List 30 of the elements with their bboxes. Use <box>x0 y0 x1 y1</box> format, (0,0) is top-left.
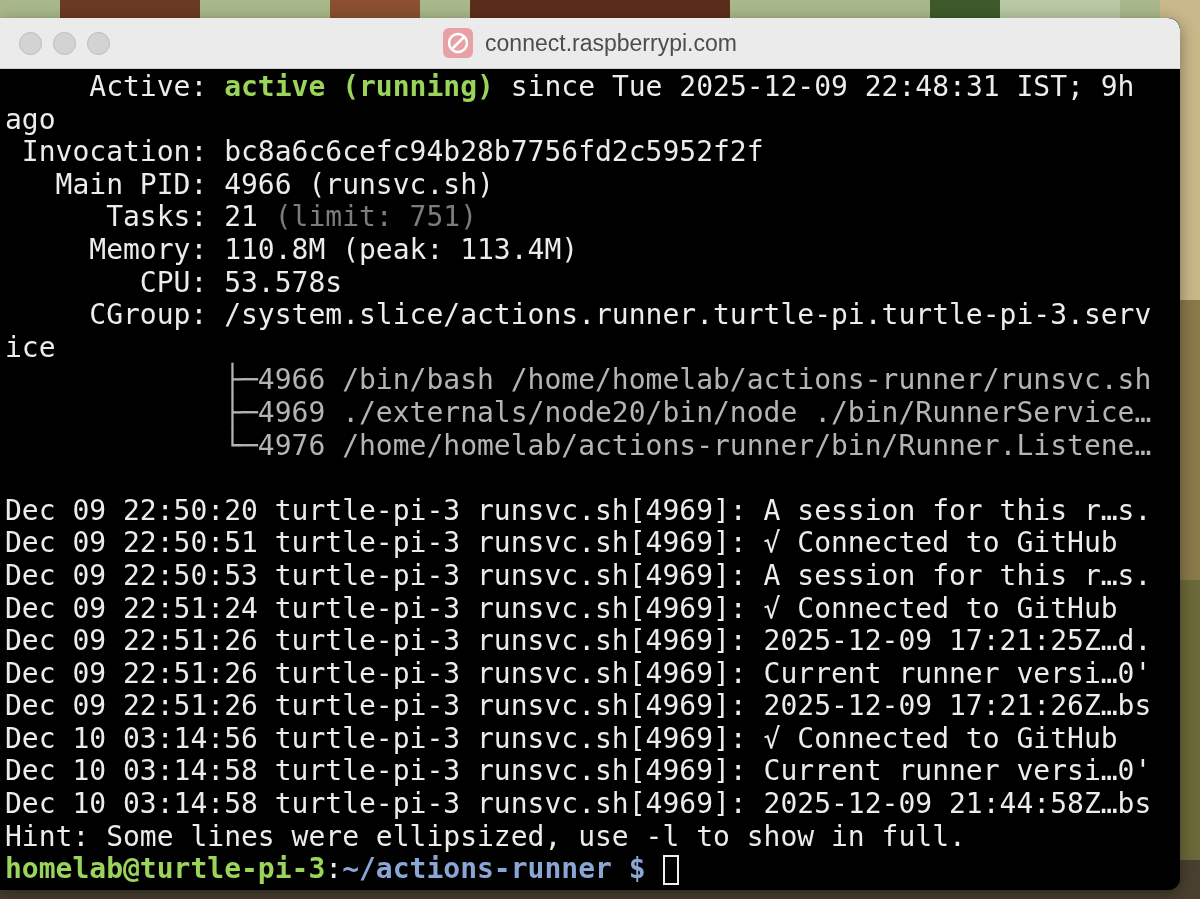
shell-prompt: homelab@turtle-pi-3:~/actions-runner $ <box>5 853 646 886</box>
terminal-line: Dec 09 22:50:53 turtle-pi-3 runsvc.sh[4969]: A session for this r…s. <box>5 559 1153 593</box>
terminal-line: Dec 09 22:51:26 turtle-pi-3 runsvc.sh[4969]: 2025-12-09 17:21:25Z…d. <box>5 625 1153 658</box>
zoom-button[interactable] <box>87 32 110 55</box>
terminal-line: Dec 09 22:51:24 turtle-pi-3 runsvc.sh[4969]: √ Connected to GitHub <box>5 592 1119 626</box>
terminal-line: Dec 10 03:14:58 turtle-pi-3 runsvc.sh[4969]: Current runner versi…0' <box>5 755 1153 789</box>
terminal-line: Active: active (running) since Tue 2025-12-09 22:48:31 IST; 9h <box>88 71 1136 104</box>
logo-icon <box>443 28 474 58</box>
cursor-icon <box>662 854 679 885</box>
window-title: connect.raspberrypi.com <box>485 29 737 57</box>
terminal-line: ├─4969 ./externals/node20/bin/node ./bin/RunnerService… <box>223 396 1153 429</box>
terminal-line: Main PID: 4966 (runsvc.sh) <box>54 168 495 202</box>
terminal-line: Tasks: 21 (limit: 751) <box>105 201 478 234</box>
minimize-button[interactable] <box>53 32 76 55</box>
close-button[interactable] <box>19 32 42 55</box>
terminal-line: Memory: 110.8M (peak: 113.4M) <box>88 233 580 267</box>
terminal-line: Dec 09 22:50:51 turtle-pi-3 runsvc.sh[4969]: √ Connected to GitHub <box>5 527 1119 560</box>
terminal-line: Dec 10 03:14:58 turtle-pi-3 runsvc.sh[4969]: 2025-12-09 21:44:58Z…bs <box>5 788 1153 821</box>
terminal-line: Dec 09 22:51:26 turtle-pi-3 runsvc.sh[4969]: 2025-12-09 17:21:26Z…bs <box>5 690 1153 723</box>
terminal-line: └─4976 /home/homelab/actions-runner/bin/Runner.Listene… <box>223 429 1153 463</box>
terminal-line: CGroup: /system.slice/actions.runner.turtle-pi.turtle-pi-3.serv <box>88 299 1153 332</box>
terminal-line: Dec 09 22:51:26 turtle-pi-3 runsvc.sh[4969]: Current runner versi…0' <box>5 657 1153 691</box>
terminal-line: CPU: 53.578s <box>138 266 344 300</box>
terminal-line: Hint: Some lines were ellipsized, use -l to show in full. <box>5 820 967 854</box>
terminal-line: Invocation: bc8a6c6cefc94b28b7756fd2c5952f2f <box>20 136 765 169</box>
terminal-line: ago <box>5 103 57 137</box>
terminal-line: Dec 09 22:50:20 turtle-pi-3 runsvc.sh[4969]: A session for this r…s. <box>5 494 1153 528</box>
terminal-line: ├─4966 /bin/bash /home/homelab/actions-runner/runsvc.sh <box>223 364 1153 397</box>
terminal-line: Dec 10 03:14:56 turtle-pi-3 runsvc.sh[4969]: √ Connected to GitHub <box>5 722 1119 756</box>
terminal-line: ice <box>5 331 57 365</box>
